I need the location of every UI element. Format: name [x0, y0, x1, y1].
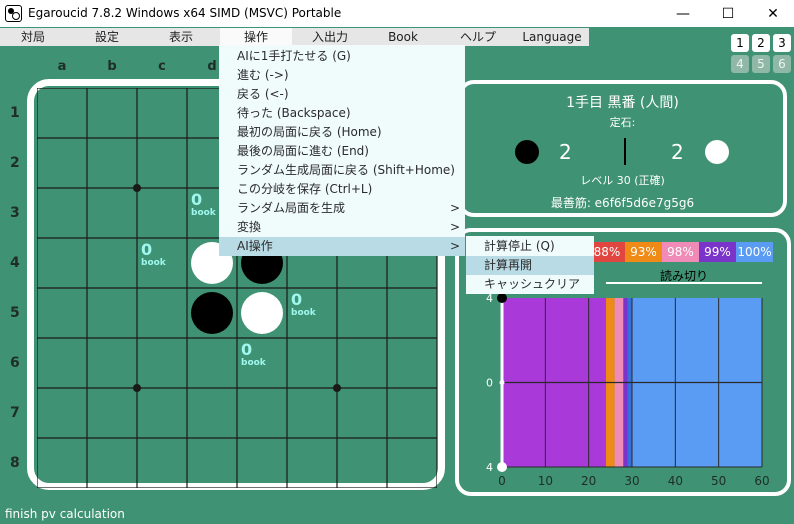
menu-back[interactable]: 戻る (<-)	[219, 85, 465, 104]
x-tick-label: 40	[668, 474, 683, 488]
submenu-arrow-icon: >	[449, 201, 460, 215]
menu-ai-move[interactable]: AIに1手打たせる (G)	[219, 47, 465, 66]
menu-last-position[interactable]: 最後の局面に進む (End)	[219, 142, 465, 161]
eval-point	[499, 380, 505, 385]
axis-endpoint	[497, 293, 507, 303]
x-tick-label: 60	[754, 474, 769, 488]
menu-transform[interactable]: 変換 >	[219, 218, 465, 237]
x-tick-label: 50	[711, 474, 726, 488]
operation-menu-dropdown: AIに1手打たせる (G) 進む (->) 戻る (<-) 待った (Backs…	[219, 45, 465, 256]
menu-stop-calculation[interactable]: 計算停止 (Q)	[466, 237, 594, 256]
submenu-arrow-icon: >	[449, 220, 460, 234]
menu-random-start[interactable]: ランダム生成局面に戻る (Shift+Home)	[219, 161, 465, 180]
x-tick-label: 10	[538, 474, 553, 488]
x-tick-label: 0	[498, 474, 506, 488]
menu-generate-random[interactable]: ランダム局面を生成 >	[219, 199, 465, 218]
menu-resume-calculation[interactable]: 計算再開	[466, 256, 594, 275]
menu-save-branch[interactable]: この分岐を保存 (Ctrl+L)	[219, 180, 465, 199]
menu-first-position[interactable]: 最初の局面に戻る (Home)	[219, 123, 465, 142]
y-tick-label: 0	[486, 377, 493, 390]
menu-undo[interactable]: 待った (Backspace)	[219, 104, 465, 123]
submenu-arrow-icon: >	[449, 239, 460, 253]
x-tick-label: 20	[581, 474, 596, 488]
ai-operation-submenu: 計算停止 (Q) 計算再開 キャッシュクリア	[466, 236, 594, 294]
y-tick-label: 4	[486, 461, 493, 474]
axis-endpoint	[497, 462, 507, 472]
x-tick-label: 30	[624, 474, 639, 488]
status-text: finish pv calculation	[5, 507, 125, 521]
menu-ai-operation[interactable]: AI操作 >	[219, 237, 465, 256]
menu-clear-cache[interactable]: キャッシュクリア	[466, 275, 594, 294]
menu-forward[interactable]: 進む (->)	[219, 66, 465, 85]
